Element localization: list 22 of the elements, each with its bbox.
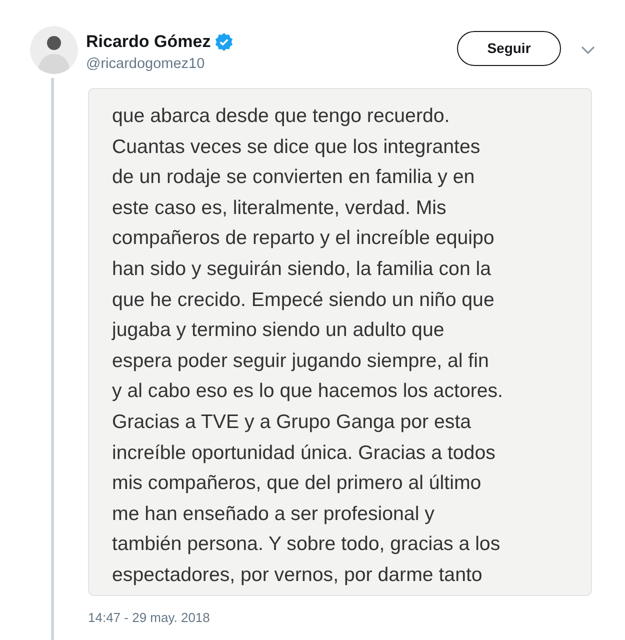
user-handle[interactable]: @ricardogomez10 (86, 54, 233, 74)
chevron-down-icon[interactable] (581, 46, 595, 55)
note-text-line: este caso es, literalmente, verdad. Mis (112, 196, 446, 221)
note-text-line: mis compañeros, que del primero al último (112, 471, 482, 496)
note-text-line: espectadores, por vernos, por darme tanto (112, 562, 482, 588)
avatar[interactable] (30, 26, 78, 74)
note-text-line: jugaba y termino siendo un adulto que (112, 318, 444, 344)
note-text-line: que he crecido. Empecé siendo un niño que (112, 288, 494, 313)
note-text-line: han sido y seguirán siendo, la familia con la (112, 256, 492, 282)
note-text-line: Cuantas veces se dice que los integrantes (112, 134, 480, 160)
note-text-line: Gracias a TVE y a Grupo Ganga por esta (112, 410, 472, 435)
note-text-line: increíble oportunidad única. Gracias a todos (112, 440, 496, 466)
note-text-line: que abarca desde que tengo recuerdo. (112, 104, 450, 129)
note-text-line: de un rodaje se convierten en familia y en (112, 165, 475, 190)
timestamp[interactable]: 14:47 - 29 may. 2018 (88, 608, 210, 628)
note-text-line: también persona. Y sobre todo, gracias a los (112, 532, 500, 558)
note-text-line: espera poder seguir jugando siempre, al fin (112, 348, 489, 374)
note-text-line: y al cabo eso es lo que hacemos los actores. (112, 379, 504, 404)
note-text-line: me han enseñado a ser profesional y (112, 502, 434, 527)
user-name[interactable]: Ricardo Gómez (86, 31, 211, 53)
follow-button[interactable]: Seguir (457, 31, 561, 66)
note-text-line: compañeros de reparto y el increíble equipo (112, 226, 494, 252)
